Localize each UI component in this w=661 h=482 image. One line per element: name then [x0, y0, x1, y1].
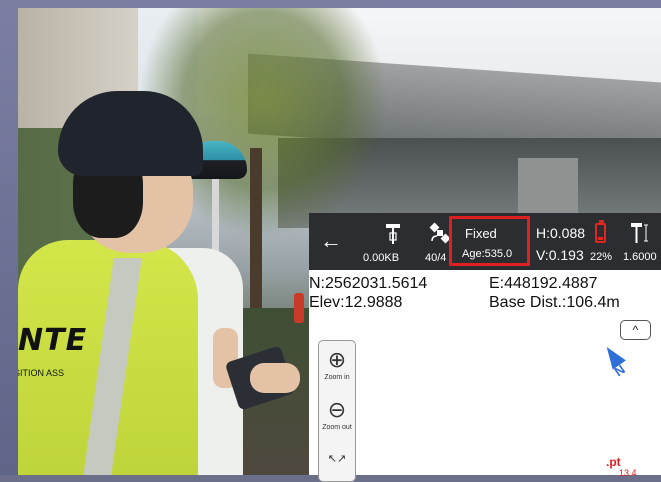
arrow-left-icon[interactable]: ←	[320, 230, 342, 252]
zoom-toolbar: ⊕ Zoom in ⊖ Zoom out ↖↗	[318, 340, 356, 482]
northing: N:2562031.5614	[309, 275, 428, 292]
north-indicator: N	[600, 342, 629, 385]
zoom-in-button[interactable]: ⊕ Zoom in	[319, 347, 355, 382]
elevation: Elev:12.9888	[309, 294, 403, 311]
vertical-precision: V:0.193	[536, 247, 584, 263]
satellite-icon[interactable]	[429, 222, 451, 244]
fullscreen-button[interactable]: ↖↗	[319, 449, 355, 467]
solution-status: Fixed	[465, 226, 497, 241]
satellite-count: 40/4	[425, 252, 447, 264]
map-view[interactable]: ^ ⊕ Zoom in ⊖ Zoom out ↖↗ N .pt 13.4	[309, 315, 661, 482]
coordinates-panel: N:2562031.5614 E:448192.4887 Elev:12.988…	[309, 270, 661, 316]
correction-age: Age:535.0	[462, 248, 513, 260]
antenna-height: 1.6000	[623, 251, 657, 263]
survey-app-overlay: ← 0.00KB 40/4 Fixed Age:535.0 H:0.088 V:…	[309, 213, 661, 482]
expand-icon: ↖↗	[327, 453, 347, 465]
point-value: 13.4	[619, 468, 637, 478]
person-hand	[250, 363, 300, 393]
zoom-in-icon: ⊕	[327, 347, 347, 372]
base-distance: Base Dist.:106.4m	[489, 294, 620, 311]
collapse-button[interactable]: ^	[620, 320, 651, 340]
zoom-out-label: Zoom out	[322, 424, 352, 431]
chevron-up-icon: ^	[632, 323, 639, 337]
battery-percent: 22%	[590, 251, 613, 263]
status-bar: ← 0.00KB 40/4 Fixed Age:535.0 H:0.088 V:…	[309, 213, 661, 270]
antenna-icon[interactable]	[385, 223, 401, 245]
north-label: N	[611, 361, 628, 380]
data-rate: 0.00KB	[363, 252, 400, 264]
battery-icon	[595, 220, 606, 243]
tree-trunk	[250, 148, 262, 328]
zoom-in-label: Zoom in	[324, 374, 350, 381]
horizontal-precision: H:0.088	[536, 225, 586, 241]
point-label: .pt	[606, 455, 621, 469]
person-cap	[58, 91, 203, 176]
vest-subtext: SITION ASS	[18, 368, 65, 378]
fire-hydrant	[294, 293, 304, 323]
zoom-out-icon: ⊖	[327, 397, 347, 422]
easting: E:448192.4887	[489, 275, 598, 292]
antenna-height-icon[interactable]	[630, 222, 650, 244]
zoom-out-button[interactable]: ⊖ Zoom out	[319, 397, 355, 432]
